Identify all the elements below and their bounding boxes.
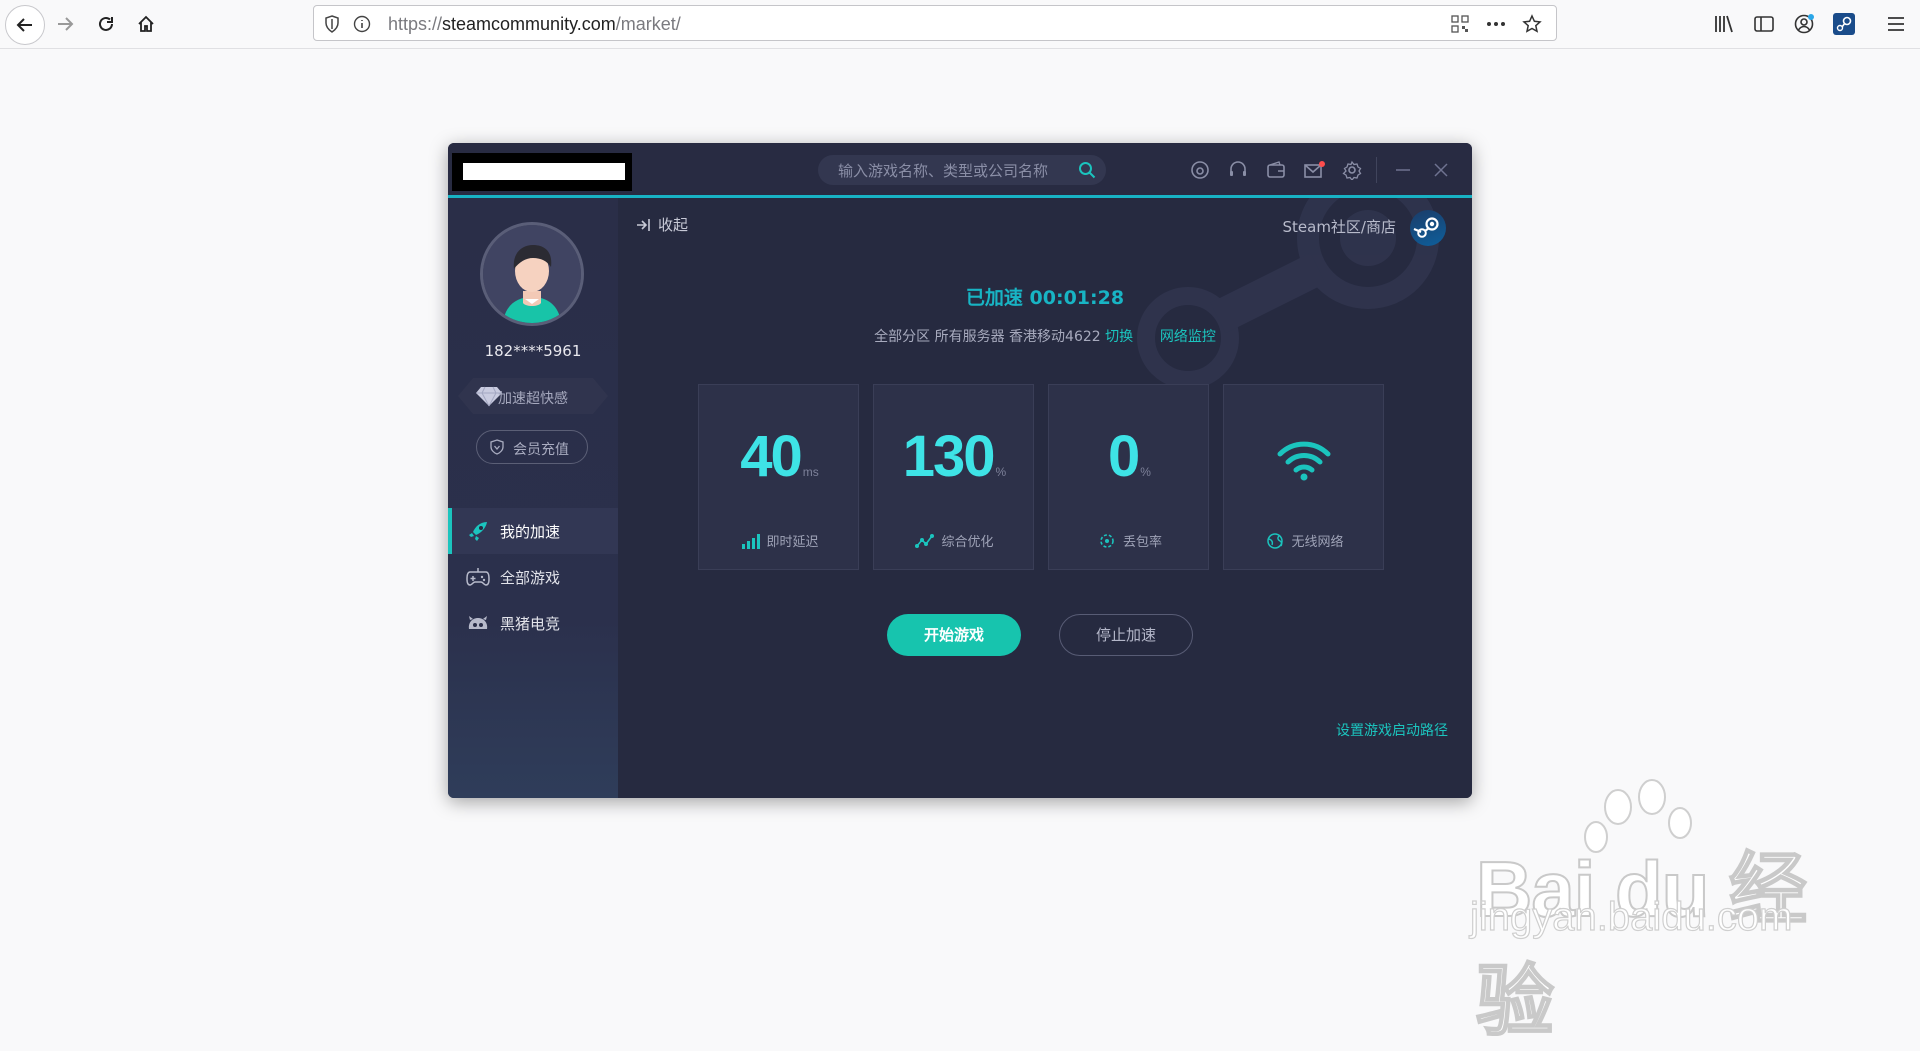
acceleration-status: 已加速 00:01:28 [965, 287, 1125, 309]
qr-code-icon[interactable] [1450, 14, 1470, 34]
stat-value: 0% [1108, 424, 1151, 489]
user-avatar[interactable] [480, 222, 584, 326]
gamepad-icon [466, 568, 490, 586]
game-search-input[interactable] [836, 155, 1070, 187]
stat-card-latency: 40 ms 即时延迟 [698, 384, 859, 570]
stat-value: 40 ms [740, 424, 819, 489]
optimize-line-icon [915, 534, 935, 548]
stat-label: 无线网络 [1224, 531, 1385, 550]
forward-arrow-icon [58, 17, 74, 31]
rocket-icon [469, 522, 487, 541]
sidebar-item-label: 全部游戏 [500, 569, 561, 587]
account-icon[interactable] [1792, 12, 1816, 36]
stat-card-optimization: 130% 综合优化 [873, 384, 1034, 570]
steam-extension-icon[interactable] [1832, 12, 1856, 36]
back-arrow-icon [16, 18, 32, 32]
stat-value: 130% [902, 424, 1007, 489]
headset-icon[interactable] [1227, 159, 1249, 181]
signal-bars-icon [742, 534, 761, 549]
search-icon[interactable] [1078, 161, 1096, 179]
bookmark-star-icon[interactable] [1522, 14, 1542, 34]
menu-hamburger-icon[interactable] [1884, 12, 1908, 36]
avatar-illustration [483, 225, 581, 323]
wifi-icon [1277, 441, 1331, 481]
stat-label: 即时延迟 [699, 531, 860, 550]
collapse-label: 收起 [658, 216, 689, 234]
forward-button[interactable] [46, 5, 84, 43]
set-game-path-link[interactable]: 设置游戏启动路径 [1336, 720, 1448, 740]
pig-icon [468, 616, 488, 629]
game-search-box[interactable] [818, 155, 1106, 187]
wallet-icon[interactable] [1265, 159, 1287, 181]
collapse-arrow-icon [637, 219, 650, 231]
switch-server-link[interactable]: 切换 [1105, 329, 1133, 345]
network-monitor-link[interactable]: 网络监控 [1160, 329, 1216, 345]
steam-community-link[interactable]: Steam社区/商店 [1283, 216, 1397, 237]
accelerator-app-window: 182****5961 加速超快感 会员充值 我的加速 全部游戏 黑猪电竞 [448, 143, 1472, 798]
steam-logo-icon[interactable] [1410, 210, 1446, 246]
sidebar-toggle-icon[interactable] [1752, 12, 1776, 36]
reload-button[interactable] [87, 5, 125, 43]
vip-slogan: 加速超快感 [498, 391, 568, 407]
sidebar-item-all-games[interactable]: 全部游戏 [448, 554, 618, 600]
stop-acceleration-button[interactable]: 停止加速 [1059, 614, 1193, 656]
baidu-jingyan-watermark: Bai du 经验 jingyan.baidu.com [1469, 775, 1830, 1046]
home-button[interactable] [127, 5, 165, 43]
shield-icon[interactable] [322, 14, 342, 34]
titlebar-divider [1376, 157, 1377, 183]
minimize-icon[interactable] [1392, 159, 1414, 181]
gamepad-round-icon[interactable] [1189, 159, 1211, 181]
info-icon[interactable] [352, 14, 372, 34]
stat-label: 综合优化 [874, 531, 1035, 550]
settings-gear-icon[interactable] [1341, 159, 1363, 181]
browser-toolbar: https://steamcommunity.com/market/ [0, 0, 1920, 49]
sidebar-item-label: 黑猪电竞 [500, 615, 561, 633]
stat-card-packet-loss: 0% 丢包率 [1048, 384, 1209, 570]
more-actions-icon[interactable] [1486, 14, 1506, 34]
vip-shield-icon [490, 439, 504, 455]
packet-loss-icon [1100, 534, 1114, 548]
collapse-button[interactable]: 收起 [636, 214, 688, 235]
sidebar-item-pig-esports[interactable]: 黑猪电竞 [448, 600, 618, 646]
url-bar[interactable]: https://steamcommunity.com/market/ [313, 5, 1557, 41]
username: 182****5961 [484, 342, 582, 360]
url-text[interactable]: https://steamcommunity.com/market/ [388, 14, 681, 35]
reload-icon [99, 16, 113, 31]
globe-network-icon [1267, 533, 1284, 549]
mail-icon[interactable] [1303, 159, 1325, 181]
main-panel: 收起 Steam社区/商店 已加速 00:01:28 全部分区 所有服务器 香港… [618, 198, 1472, 798]
stat-card-wireless: 无线网络 [1223, 384, 1384, 570]
watermark-site: jingyan.baidu.com [1469, 894, 1793, 939]
app-titlebar [448, 143, 1472, 198]
recharge-button[interactable]: 会员充值 [476, 430, 588, 464]
start-game-button[interactable]: 开始游戏 [887, 614, 1021, 656]
recharge-label: 会员充值 [513, 442, 569, 458]
stat-label: 丢包率 [1049, 531, 1210, 550]
server-info-line: 全部分区 所有服务器 香港移动4622 切换 网络监控 [618, 326, 1472, 346]
sidebar-item-my-acceleration[interactable]: 我的加速 [448, 508, 618, 554]
library-icon[interactable] [1712, 12, 1736, 36]
home-icon [138, 15, 154, 32]
sidebar-item-label: 我的加速 [500, 523, 561, 541]
close-icon[interactable] [1430, 159, 1452, 181]
redacted-logo [452, 153, 632, 191]
server-info: 全部分区 所有服务器 香港移动4622 [874, 329, 1101, 345]
app-sidebar: 182****5961 加速超快感 会员充值 我的加速 全部游戏 黑猪电竞 [448, 198, 618, 798]
back-button[interactable] [5, 5, 45, 45]
